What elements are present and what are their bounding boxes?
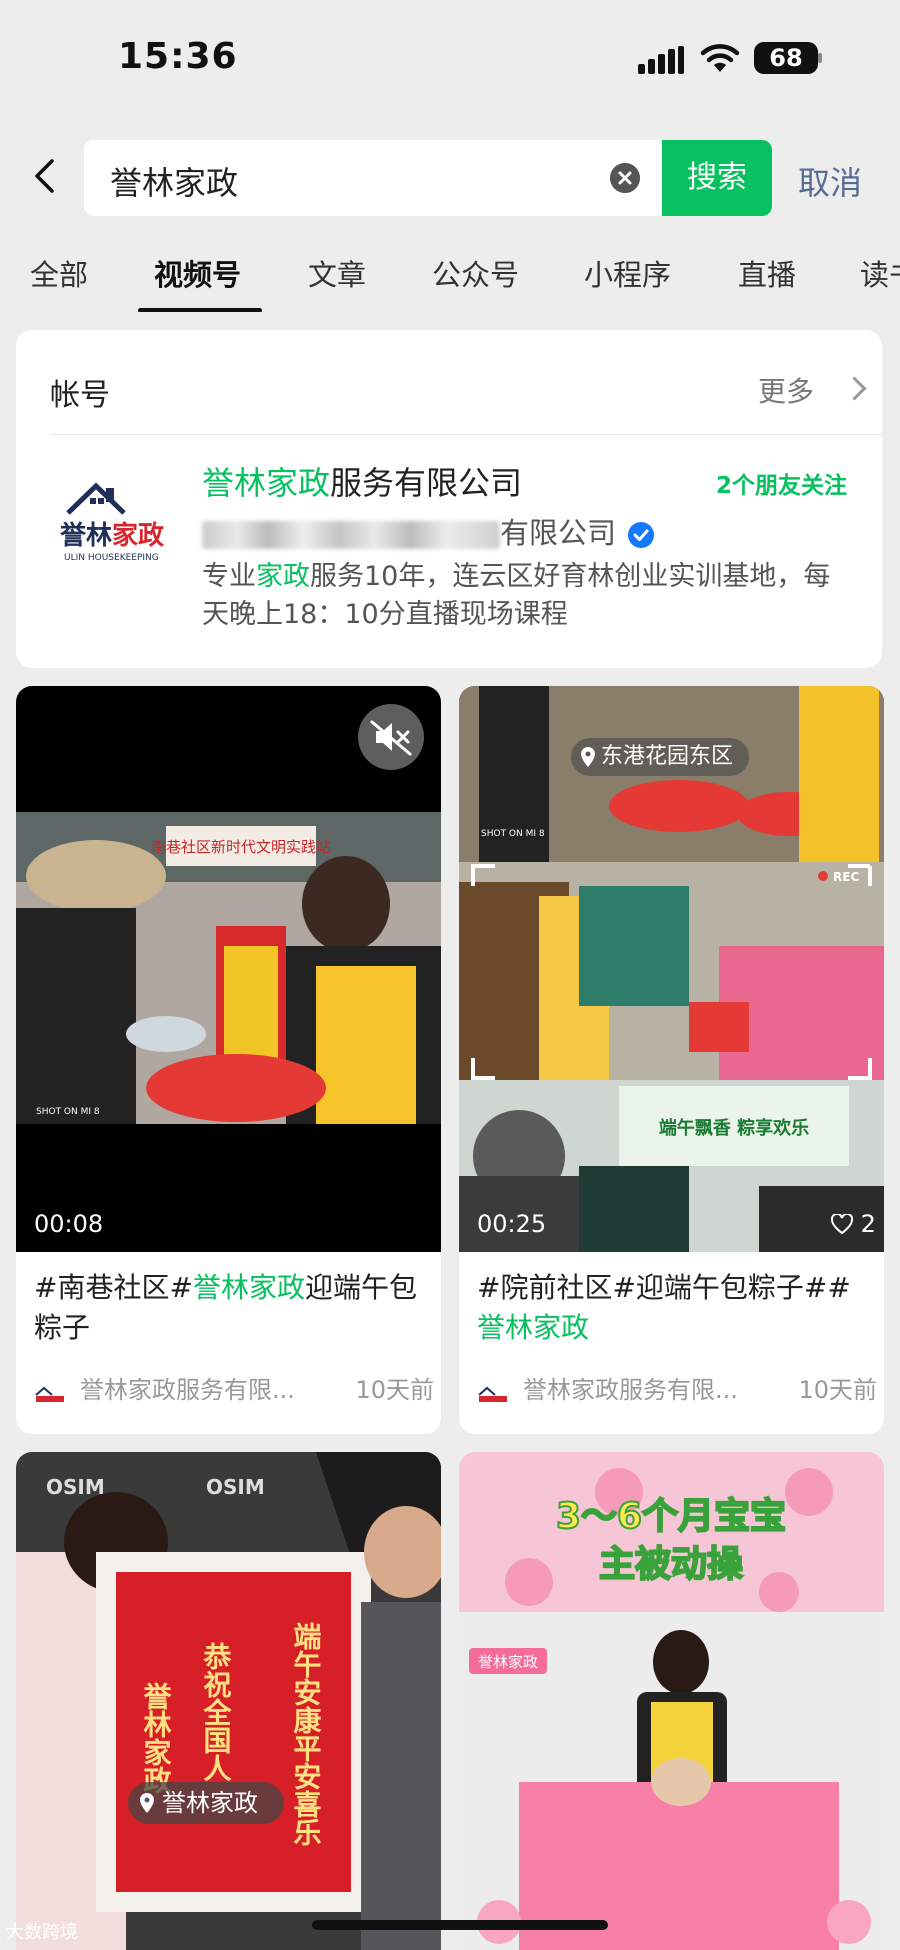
video-thumbnail[interactable]: 3～6个月宝宝 主被动操 誉林家政 bbox=[459, 1452, 884, 1950]
video-thumbnail[interactable]: OSIM OSIM 端午安康平安喜乐 恭祝全国人 誉林家政 bbox=[16, 1452, 441, 1950]
location-pin-icon bbox=[581, 747, 595, 767]
account-logo[interactable]: 誉林家政 ULIN HOUSEKEEPING bbox=[46, 458, 186, 588]
post-time: 10天前 bbox=[798, 1376, 877, 1404]
tab-channels[interactable]: 视频号 bbox=[154, 252, 241, 294]
author-avatar bbox=[477, 1382, 509, 1402]
video-thumbnail[interactable]: 南巷社区新时代文明实践站 SHOT ON MI 8 bbox=[16, 686, 441, 1252]
like-count: 2 bbox=[830, 1210, 876, 1238]
home-indicator bbox=[312, 1920, 608, 1930]
tab-bar: 全部 视频号 文章 公众号 小程序 直播 读书 bbox=[0, 236, 900, 313]
author-name[interactable]: 誉林家政服务有限... bbox=[523, 1376, 738, 1404]
section-heading: 帐号 bbox=[50, 378, 110, 413]
video-headline-1: 3～6个月宝宝 bbox=[556, 1496, 786, 1537]
video-card[interactable]: SHOT ON MI 8 REC 端午飘香 粽享欢乐 东港花园东区 00:25 … bbox=[459, 686, 884, 1434]
post-time: 10天前 bbox=[355, 1376, 434, 1404]
location-pin-icon bbox=[140, 1793, 154, 1813]
status-time: 15:36 bbox=[118, 36, 238, 77]
tab-live[interactable]: 直播 bbox=[738, 252, 796, 294]
friends-follow-badge: 2个朋友关注 bbox=[716, 473, 848, 499]
location-tag[interactable]: 誉林家政 bbox=[128, 1782, 284, 1824]
rec-indicator: REC bbox=[833, 870, 859, 884]
video-card[interactable]: 3～6个月宝宝 主被动操 誉林家政 bbox=[459, 1452, 884, 1950]
video-meta: 誉林家政服务有限... 10天前 bbox=[477, 1370, 877, 1405]
battery-cap bbox=[818, 53, 822, 63]
account-name-highlight: 誉林家政 bbox=[202, 464, 331, 502]
camera-watermark: SHOT ON MI 8 bbox=[36, 1107, 100, 1117]
video-duration: 00:08 bbox=[34, 1210, 104, 1238]
poster-text: 端午飘香 粽享欢乐 bbox=[659, 1117, 809, 1139]
video-card[interactable]: 南巷社区新时代文明实践站 SHOT ON MI 8 00:08 #南巷社区#誉林… bbox=[16, 686, 441, 1434]
mute-icon[interactable] bbox=[358, 704, 424, 770]
tab-all[interactable]: 全部 bbox=[30, 252, 88, 294]
verified-icon bbox=[628, 522, 655, 548]
account-entity-suffix: 有限公司 bbox=[500, 516, 617, 550]
svg-text:OSIM: OSIM bbox=[206, 1475, 265, 1499]
brand-text: OSIM bbox=[46, 1475, 105, 1499]
account-card[interactable]: 帐号 更多 誉林家政 ULIN HOUSEKEEPING 誉林家政服务有限公司 … bbox=[16, 330, 882, 668]
author-name[interactable]: 誉林家政服务有限... bbox=[80, 1376, 295, 1404]
more-link[interactable]: 更多 bbox=[758, 370, 814, 410]
search-button[interactable]: 搜索 bbox=[662, 140, 772, 216]
camera-watermark: SHOT ON MI 8 bbox=[481, 829, 545, 839]
tab-articles[interactable]: 文章 bbox=[308, 252, 366, 294]
clear-icon[interactable] bbox=[610, 163, 640, 193]
divider bbox=[50, 434, 882, 435]
blurred-text bbox=[202, 521, 500, 549]
banner-text: 南巷社区新时代文明实践站 bbox=[151, 838, 331, 856]
video-title[interactable]: #南巷社区#誉林家政迎端午包粽子 bbox=[34, 1268, 434, 1348]
logo-text: 誉林 bbox=[60, 521, 112, 551]
scroll-text-middle: 恭祝全国人 bbox=[200, 1642, 233, 1782]
account-name[interactable]: 誉林家政服务有限公司 bbox=[202, 458, 522, 504]
tab-reading[interactable]: 读书 bbox=[860, 252, 900, 294]
watermark-text: 大数跨境 bbox=[6, 1922, 78, 1943]
cancel-button[interactable]: 取消 bbox=[798, 158, 862, 204]
account-verified-entity: 有限公司 bbox=[202, 510, 655, 552]
chevron-right-icon[interactable] bbox=[842, 376, 867, 401]
video-meta: 誉林家政服务有限... 10天前 bbox=[34, 1370, 434, 1405]
brand-tag: 誉林家政 bbox=[478, 1653, 538, 1671]
search-query: 誉林家政 bbox=[110, 164, 239, 202]
tab-official-accounts[interactable]: 公众号 bbox=[432, 252, 519, 294]
author-avatar bbox=[34, 1382, 66, 1402]
location-tag[interactable]: 东港花园东区 bbox=[571, 738, 749, 776]
video-card[interactable]: OSIM OSIM 端午安康平安喜乐 恭祝全国人 誉林家政 誉林家政 bbox=[16, 1452, 441, 1950]
video-duration: 00:25 bbox=[477, 1210, 547, 1238]
wifi-icon bbox=[700, 44, 740, 72]
svg-text:誉林家政: 誉林家政 bbox=[60, 520, 164, 551]
account-description: 专业家政服务10年，连云区好育林创业实训基地，每天晚上18：10分直播现场课程 bbox=[202, 561, 831, 630]
heart-icon bbox=[830, 1212, 854, 1235]
battery-icon: 68 bbox=[754, 42, 818, 74]
tab-mini-programs[interactable]: 小程序 bbox=[584, 252, 671, 294]
logo-english-text: ULIN HOUSEKEEPING bbox=[64, 553, 159, 563]
scroll-text-left: 誉林家政 bbox=[140, 1682, 173, 1795]
scroll-text-right: 端午安康平安喜乐 bbox=[290, 1622, 323, 1846]
account-name-rest: 服务有限公司 bbox=[330, 464, 523, 502]
video-headline-2: 主被动操 bbox=[599, 1544, 743, 1585]
back-icon[interactable] bbox=[28, 158, 64, 194]
signal-icon bbox=[638, 46, 684, 74]
video-title[interactable]: #院前社区#迎端午包粽子##誉林家政 bbox=[477, 1268, 877, 1348]
search-input[interactable]: 誉林家政 bbox=[84, 140, 664, 216]
